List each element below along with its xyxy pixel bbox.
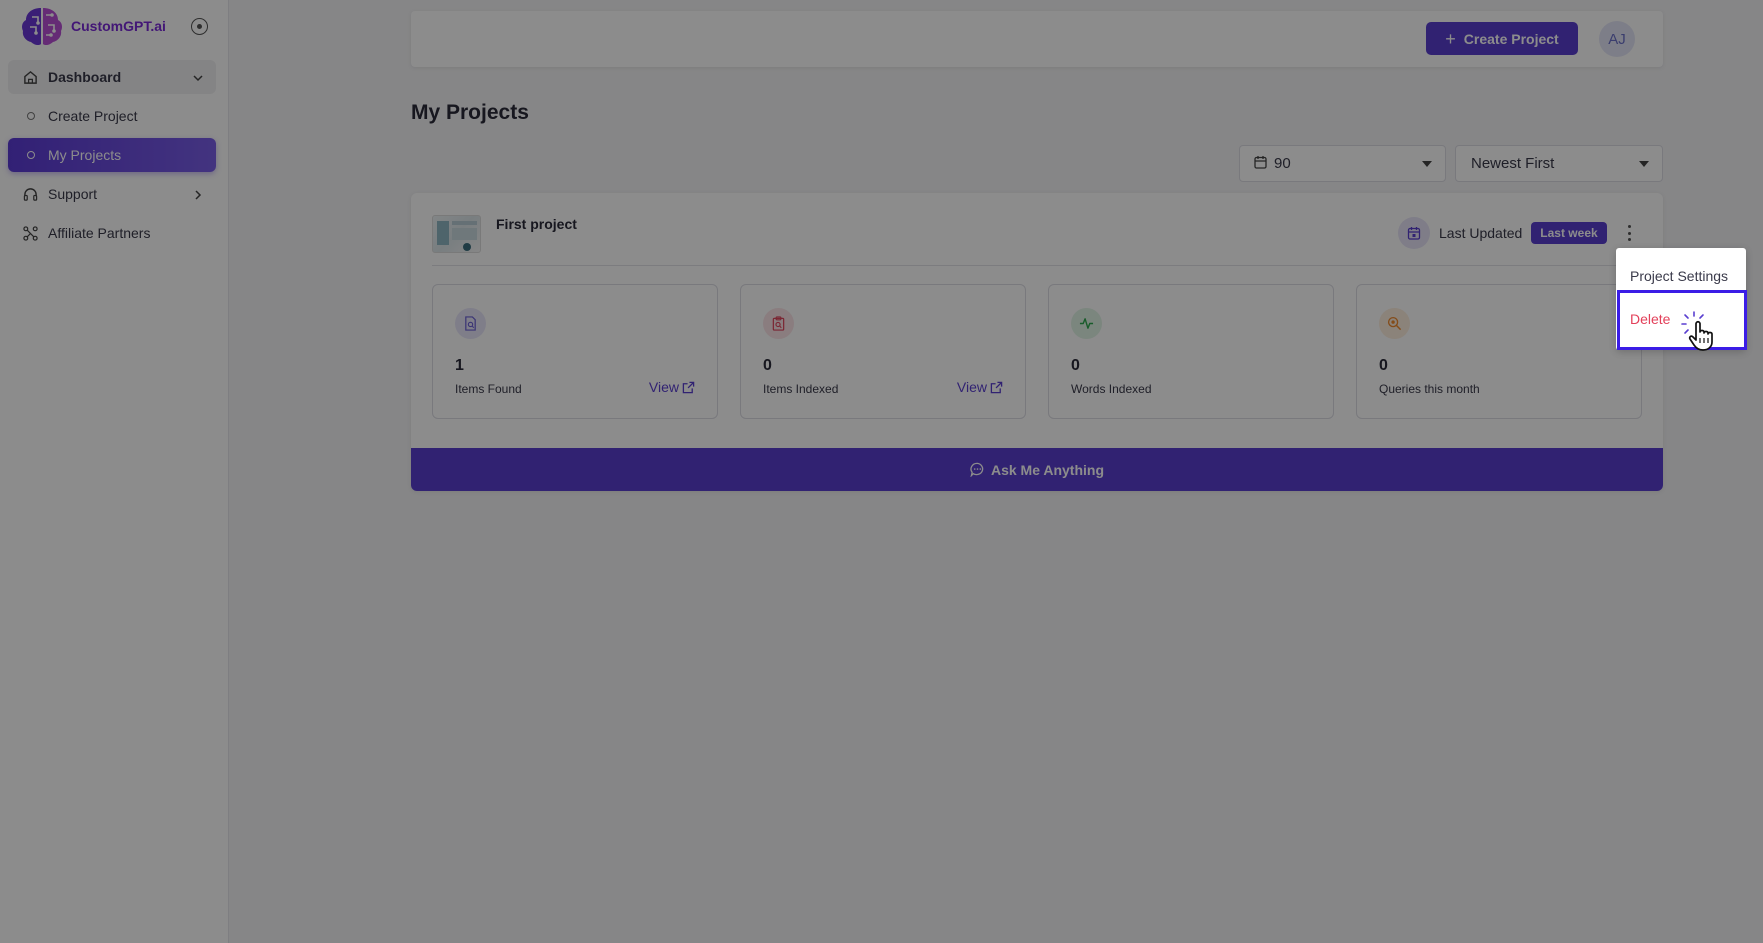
modal-backdrop[interactable]: [0, 0, 1763, 943]
hand-cursor-icon: [1681, 311, 1713, 351]
menu-item-project-settings[interactable]: Project Settings: [1630, 268, 1728, 284]
